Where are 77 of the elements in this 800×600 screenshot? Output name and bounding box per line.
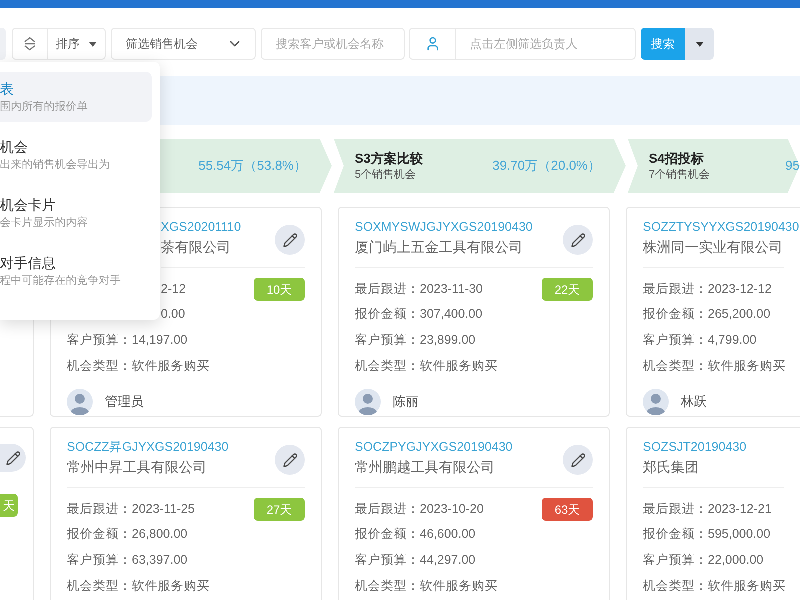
card-field: 报价金额：46,600.00 xyxy=(355,525,476,544)
card-field: 机会类型：软件服务购买 xyxy=(643,357,786,376)
card-field: 最后跟进：2023-11-25 xyxy=(67,500,196,519)
card-field: 报价金额：595,000.00 xyxy=(643,525,771,544)
card-field: 客户预算：22,000.00 xyxy=(643,551,764,570)
card-field: 0.00 xyxy=(161,305,186,324)
days-badge: 63天 xyxy=(542,498,593,521)
pencil-icon xyxy=(6,450,20,466)
dropdown-button[interactable] xyxy=(685,28,714,60)
stage-step[interactable]: S4招投标 7个销售机会 95 xyxy=(628,139,800,193)
edit-button[interactable] xyxy=(275,225,305,255)
owner-filter-field[interactable]: 点击左侧筛选负责人 xyxy=(456,28,636,60)
pencil-icon xyxy=(570,452,586,468)
caret-icon xyxy=(89,42,97,46)
card-field: 最后跟进：2023-12-21 xyxy=(643,500,772,519)
card-field: 最后跟进：2023-10-20 xyxy=(355,500,484,519)
edit-button[interactable] xyxy=(275,445,305,475)
stage-amount: 55.54万（53.8%） xyxy=(198,157,307,176)
card-field: 机会类型：软件服务购买 xyxy=(67,577,210,596)
owner-name: 陈丽 xyxy=(393,393,419,412)
card-field: 最后跟进：2023-11-30 xyxy=(355,280,484,299)
pencil-icon xyxy=(570,232,586,248)
card-field: 报价金额：26,800.00 xyxy=(67,525,188,544)
stage-step[interactable]: S3方案比较 5个销售机会 39.70万（20.0%） xyxy=(334,139,626,193)
opportunity-filter-select[interactable]: 筛选销售机会 xyxy=(111,28,256,60)
opportunity-id[interactable]: SOXMYSWJGJYXGS20190430 xyxy=(355,217,533,237)
days-badge: 27天 xyxy=(254,498,305,521)
sort-icon xyxy=(24,37,36,51)
stage-amount: 39.70万（20.0%） xyxy=(492,157,601,176)
days-badge: 22天 xyxy=(542,278,593,301)
edit-button[interactable] xyxy=(563,225,593,255)
stage-amount: 95 xyxy=(786,157,800,176)
card-field: 客户预算：14,197.00 xyxy=(67,331,188,350)
card-field: 报价金额：265,200.00 xyxy=(643,305,771,324)
card-field: 报价金额：307,400.00 xyxy=(355,305,483,324)
pencil-icon xyxy=(282,232,298,248)
days-badge: 10天 xyxy=(254,278,305,301)
card-field: 2-12 xyxy=(161,280,186,299)
pencil-icon xyxy=(282,452,298,468)
sort-label: 排序 xyxy=(56,36,80,53)
owner-name: 管理员 xyxy=(105,393,144,412)
stage-name: S3方案比较 xyxy=(355,150,423,168)
sort-control[interactable]: 排序 xyxy=(12,28,106,60)
caret-icon xyxy=(696,42,704,46)
company-name: 常州鹏越工具有限公司 xyxy=(355,458,496,477)
menu-item[interactable]: 对手信息 程中可能存在的竞争对手 xyxy=(0,246,152,296)
card-field: 客户预算：23,899.00 xyxy=(355,331,476,350)
opportunity-id[interactable]: SOCZZ昇GJYXGS20190430 xyxy=(67,437,229,457)
opportunity-id[interactable]: XGS20201110 xyxy=(161,217,242,237)
card-field: 客户预算：63,397.00 xyxy=(67,551,188,570)
company-name: 株洲同一实业有限公司 xyxy=(643,238,784,257)
card-field: 机会类型：软件服务购买 xyxy=(67,357,210,376)
user-icon xyxy=(424,36,440,52)
opportunity-id[interactable]: SOCZPYGJYXGS20190430 xyxy=(355,437,513,457)
search-field[interactable]: 搜索客户或机会名称 xyxy=(261,28,405,60)
owner-picker-button[interactable] xyxy=(409,28,456,60)
card-field: 客户预算：44,297.00 xyxy=(355,551,476,570)
edit-button[interactable] xyxy=(0,444,26,472)
card-field: 最后跟进：2023-12-12 xyxy=(643,280,772,299)
search-button[interactable]: 搜索 xyxy=(641,28,685,60)
stage-count: 5个销售机会 xyxy=(355,168,418,182)
stage-name: S4招投标 xyxy=(649,150,705,168)
stage-count: 7个销售机会 xyxy=(649,168,710,182)
card-field: 机会类型：软件服务购买 xyxy=(643,577,786,596)
menu-item[interactable]: 表 围内所有的报价单 xyxy=(0,72,152,122)
days-badge: 天 xyxy=(0,494,18,517)
card-field: 机会类型：软件服务购买 xyxy=(355,577,498,596)
owner-name: 林跃 xyxy=(681,393,707,412)
card-field: 客户预算：4,799.00 xyxy=(643,331,757,350)
company-name: 茶有限公司 xyxy=(161,238,232,257)
company-name: 常州中昇工具有限公司 xyxy=(67,458,208,477)
company-name: 郑氏集团 xyxy=(643,458,700,477)
opportunity-id[interactable]: SOZZTYSYYXGS20190430 xyxy=(643,217,800,237)
opportunity-id[interactable]: SOZSJT20190430 xyxy=(643,437,747,457)
edit-button[interactable] xyxy=(563,445,593,475)
company-name: 厦门屿上五金工具有限公司 xyxy=(355,238,524,257)
card-field: 机会类型：软件服务购买 xyxy=(355,357,498,376)
